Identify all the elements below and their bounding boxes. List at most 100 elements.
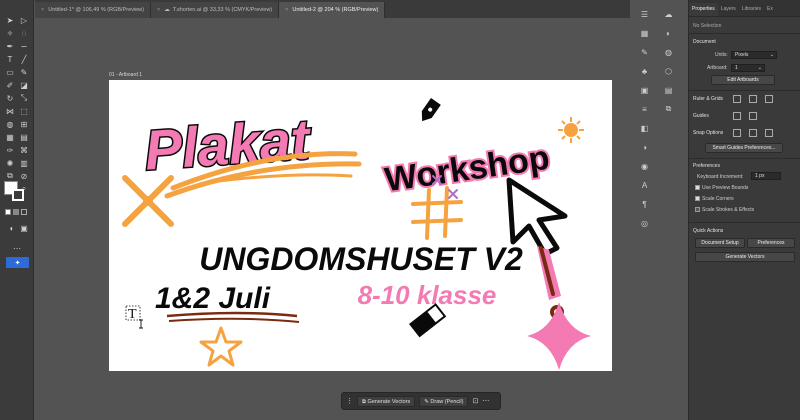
none-mode-icon[interactable] bbox=[21, 209, 27, 215]
preferences-button[interactable]: Preferences bbox=[747, 238, 795, 248]
artboard-select[interactable]: 1 ⌄ bbox=[731, 64, 765, 72]
color-icon[interactable]: ◐ bbox=[663, 27, 675, 39]
eyedropper-tool-icon[interactable]: ✑ bbox=[3, 144, 17, 156]
paintbrush-tool-icon[interactable]: ✎ bbox=[17, 66, 31, 78]
rectangle-tool-icon[interactable]: ▭ bbox=[3, 66, 17, 78]
snap-glyph-icon[interactable] bbox=[765, 129, 773, 137]
tab-more[interactable]: Ex bbox=[764, 3, 776, 16]
grid-icon[interactable] bbox=[749, 95, 757, 103]
blend-tool-icon[interactable]: ⌘ bbox=[17, 144, 31, 156]
document-tab-active[interactable]: × Untitled-2 @ 204 % (RGB/Preview) bbox=[279, 2, 386, 18]
selection-tool-icon[interactable]: ➤ bbox=[3, 14, 17, 26]
slice-tool-icon[interactable]: ⊘ bbox=[17, 170, 31, 182]
settings-icon[interactable]: ⊡ bbox=[472, 397, 478, 405]
generative-tool-icon[interactable]: ✦ bbox=[6, 257, 29, 268]
draw-pencil-button[interactable]: ✎ Draw (Pencil) bbox=[419, 395, 469, 407]
symbol-sprayer-tool-icon[interactable]: ✺ bbox=[3, 157, 17, 169]
panel-dock-strip-1: ☰ ▦ ✎ ♣ ▣ ≡ ◧ ◑ ◉ A ¶ ◎ bbox=[636, 8, 653, 229]
screen-mode-icon[interactable]: ▣ bbox=[17, 222, 31, 234]
layers-icon[interactable]: ▤ bbox=[663, 84, 675, 96]
symbols-icon[interactable]: ♣ bbox=[639, 65, 651, 77]
checkbox-icon bbox=[695, 185, 700, 191]
transparency-icon[interactable]: ◑ bbox=[639, 141, 651, 153]
document-tab[interactable]: × Untitled-1* @ 106,49 % (RGB/Preview) bbox=[35, 2, 151, 18]
edit-artboards-button[interactable]: Edit Artboards bbox=[711, 75, 775, 85]
more-options-icon[interactable]: ⋯ bbox=[482, 397, 489, 405]
gradient-tool-icon[interactable]: ▤ bbox=[17, 131, 31, 143]
artboards-icon[interactable]: ⧉ bbox=[663, 103, 675, 115]
opentype-icon[interactable]: ◎ bbox=[639, 217, 651, 229]
magic-wand-tool-icon[interactable]: ✧ bbox=[3, 27, 17, 39]
selection-status: No Selection bbox=[693, 23, 722, 29]
generate-vectors-button[interactable]: ⧉ Generate Vectors bbox=[357, 395, 416, 407]
units-label: Units: bbox=[715, 52, 728, 58]
close-icon[interactable]: × bbox=[285, 7, 288, 13]
stroke-icon[interactable]: ≡ bbox=[639, 103, 651, 115]
keyboard-increment-field[interactable]: 1 px bbox=[751, 172, 781, 180]
brushes-icon[interactable]: ✎ bbox=[639, 46, 651, 58]
show-guides-icon[interactable] bbox=[733, 112, 741, 120]
width-tool-icon[interactable]: ⋈ bbox=[3, 105, 17, 117]
transparency-grid-icon[interactable] bbox=[765, 95, 773, 103]
document-tab[interactable]: × ☁ T.shorten.ai @ 33,33 % (CMYK/Preview) bbox=[150, 2, 280, 18]
fill-color-mode-icon[interactable] bbox=[5, 209, 11, 215]
cloud-icon: ☁ bbox=[164, 7, 170, 13]
lasso-tool-icon[interactable]: ◌ bbox=[17, 27, 31, 39]
perspective-tool-icon[interactable]: ⊞ bbox=[17, 118, 31, 130]
units-select[interactable]: Pixels ⌄ bbox=[731, 51, 777, 59]
snap-point-icon[interactable] bbox=[733, 129, 741, 137]
scale-strokes-checkbox[interactable]: Scale Strokes & Effects bbox=[695, 207, 754, 213]
close-icon[interactable]: × bbox=[157, 7, 160, 13]
mesh-tool-icon[interactable]: ▦ bbox=[3, 131, 17, 143]
free-transform-tool-icon[interactable]: ⬚ bbox=[17, 105, 31, 117]
curvature-tool-icon[interactable]: ∽ bbox=[17, 40, 31, 52]
checkbox-label: Scale Strokes & Effects bbox=[702, 207, 755, 213]
snap-pixel-icon[interactable] bbox=[749, 129, 757, 137]
appearance-icon[interactable]: ◉ bbox=[639, 160, 651, 172]
pen-nib-icon bbox=[421, 98, 441, 122]
eraser-tool-icon[interactable]: ◪ bbox=[17, 79, 31, 91]
pen-tool-icon[interactable]: ✒ bbox=[3, 40, 17, 52]
gradient-mode-icon[interactable] bbox=[13, 209, 19, 215]
type-tool-icon[interactable]: T bbox=[3, 53, 17, 65]
artboard-label-panel: Artboard: bbox=[707, 65, 728, 71]
shaper-tool-icon[interactable]: ✐ bbox=[3, 79, 17, 91]
close-icon[interactable]: × bbox=[41, 7, 44, 13]
tab-libraries[interactable]: Libraries bbox=[739, 3, 764, 16]
direct-selection-tool-icon[interactable]: ▷ bbox=[17, 14, 31, 26]
line-tool-icon[interactable]: ╱ bbox=[17, 53, 31, 65]
libraries-icon[interactable]: ☁ bbox=[663, 8, 675, 20]
graph-tool-icon[interactable]: ▥ bbox=[17, 157, 31, 169]
graphic-styles-icon[interactable]: ▣ bbox=[639, 84, 651, 96]
artboard-canvas[interactable]: Plakat Workshop UNGDOMSHUSET V2 1&2 Juli… bbox=[109, 80, 612, 371]
properties-icon[interactable]: ☰ bbox=[639, 8, 651, 20]
tab-layers[interactable]: Layers bbox=[718, 3, 739, 16]
use-preview-bounds-checkbox[interactable]: Use Preview Bounds bbox=[695, 185, 748, 191]
tab-label: T.shorten.ai @ 33,33 % (CMYK/Preview) bbox=[172, 7, 273, 13]
document-setup-button[interactable]: Document Setup bbox=[695, 238, 745, 248]
rotate-tool-icon[interactable]: ↻ bbox=[3, 92, 17, 104]
tab-properties[interactable]: Properties bbox=[689, 3, 718, 16]
checkbox-icon bbox=[695, 207, 700, 213]
scale-tool-icon[interactable]: ⤡ bbox=[17, 92, 31, 104]
3d-icon[interactable]: ⬡ bbox=[663, 65, 675, 77]
character-icon[interactable]: A bbox=[639, 179, 651, 191]
star-icon bbox=[199, 326, 243, 367]
shape-builder-tool-icon[interactable]: ◍ bbox=[3, 118, 17, 130]
scale-corners-checkbox[interactable]: Scale Corners bbox=[695, 196, 734, 202]
stroke-color-swatch[interactable] bbox=[12, 189, 24, 201]
smart-guides-preferences-button[interactable]: Smart Guides Preferences... bbox=[705, 143, 783, 153]
drag-handle-icon[interactable]: ⋮ bbox=[346, 397, 353, 405]
ruler-icon[interactable] bbox=[733, 95, 741, 103]
more-tools-icon[interactable]: ⋯ bbox=[10, 242, 24, 254]
generate-vectors-panel-button[interactable]: Generate Vectors bbox=[695, 252, 795, 262]
panel-tabs: Properties Layers Libraries Ex bbox=[689, 0, 800, 17]
color-guide-icon[interactable]: ◍ bbox=[663, 46, 675, 58]
gradient-icon[interactable]: ◧ bbox=[639, 122, 651, 134]
divider bbox=[689, 222, 800, 223]
swatches-icon[interactable]: ▦ bbox=[639, 27, 651, 39]
sun-burst-icon bbox=[558, 117, 584, 143]
paragraph-icon[interactable]: ¶ bbox=[639, 198, 651, 210]
artboard-value: 1 bbox=[735, 65, 738, 71]
lock-guides-icon[interactable] bbox=[749, 112, 757, 120]
